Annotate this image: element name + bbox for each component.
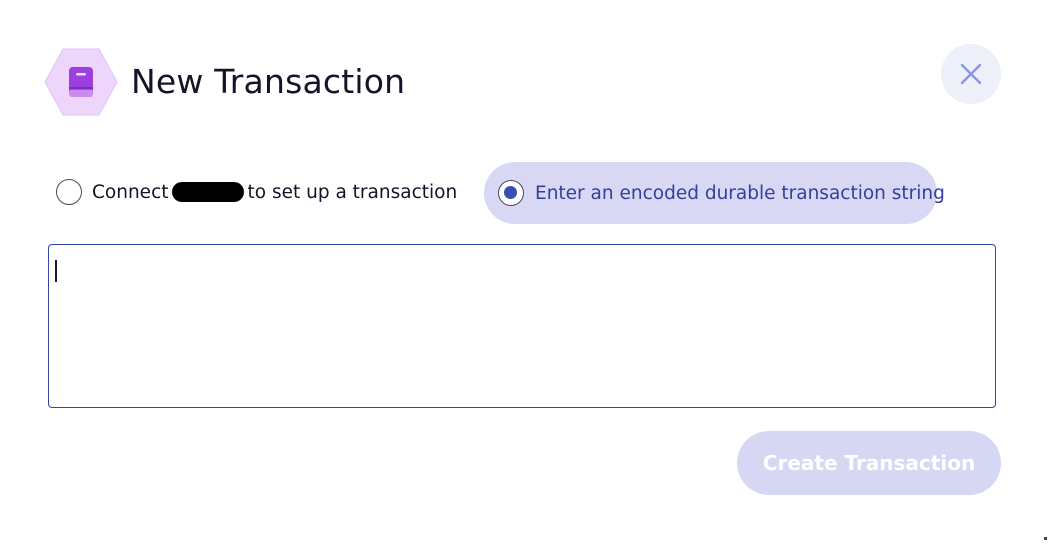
- connect-radio[interactable]: [56, 179, 82, 205]
- durable-string-radio[interactable]: [498, 180, 524, 206]
- connect-option-label: Connect to set up a transaction: [92, 182, 457, 203]
- connect-label-suffix: to set up a transaction: [247, 181, 458, 203]
- modal-title: New Transaction: [131, 62, 406, 101]
- text-caret: [55, 260, 57, 282]
- connect-option[interactable]: Connect to set up a transaction: [56, 178, 457, 206]
- transaction-string-input[interactable]: [48, 244, 996, 408]
- corner-mark: [1044, 537, 1047, 540]
- book-icon: [44, 48, 118, 116]
- durable-string-option[interactable]: Enter an encoded durable transaction str…: [484, 162, 945, 224]
- durable-string-option-label: Enter an encoded durable transaction str…: [535, 182, 945, 204]
- new-transaction-modal: New Transaction Connect to set up a tran…: [0, 0, 1050, 546]
- create-transaction-button[interactable]: Create Transaction: [737, 431, 1001, 495]
- redacted-text: [171, 182, 244, 202]
- connect-label-prefix: Connect: [92, 181, 169, 203]
- close-icon: [960, 63, 982, 85]
- close-button[interactable]: [941, 44, 1001, 104]
